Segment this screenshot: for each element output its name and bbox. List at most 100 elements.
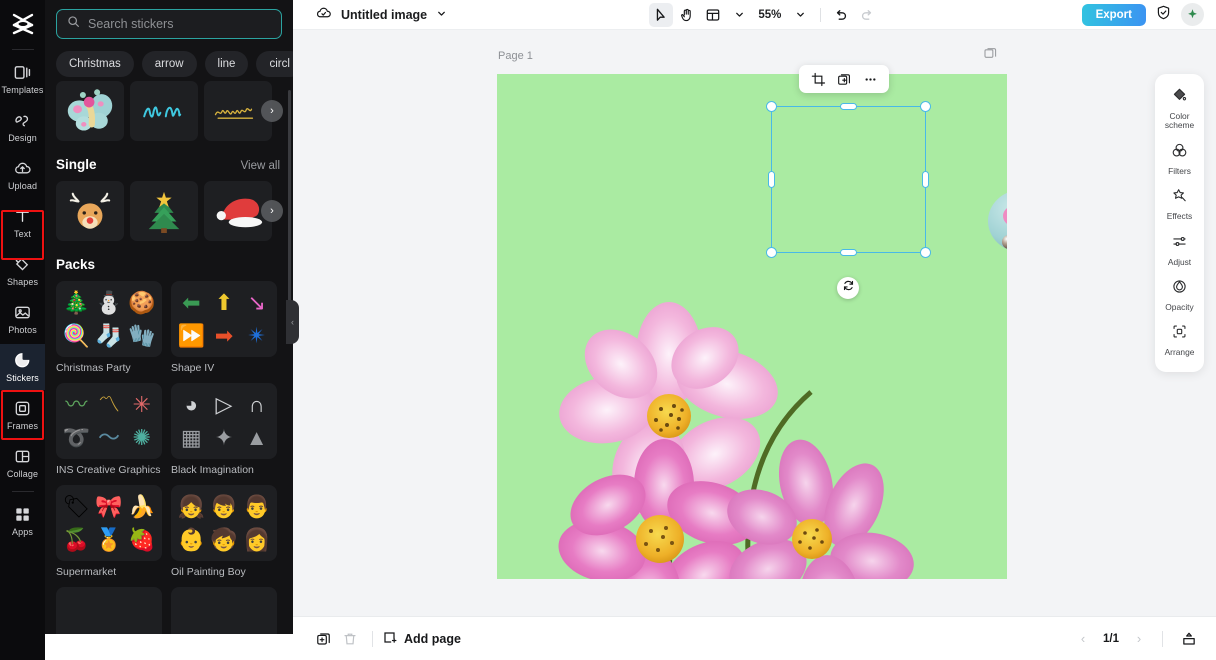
panel-scrollbar[interactable] xyxy=(288,90,291,320)
sticker-thumb-blue-scribble[interactable] xyxy=(130,81,198,141)
pack-item[interactable]: ◕ ▷ ∩ ▦ ✦ ▲ Black Imagination xyxy=(171,383,277,476)
pack-item[interactable]: 〰 〽 ✳ ➰ 〜 ✺ INS Creative Graphics xyxy=(56,383,162,476)
duplicate-page-icon[interactable] xyxy=(983,46,998,66)
resize-handle-e[interactable] xyxy=(922,171,929,188)
resize-handle-s[interactable] xyxy=(840,249,857,256)
panel-collapse-handle[interactable]: ‹ xyxy=(286,300,299,344)
panel-item-arrange[interactable]: Arrange xyxy=(1155,317,1204,362)
chevron-down-icon[interactable] xyxy=(436,6,447,24)
sticker-thumb-reindeer[interactable] xyxy=(56,181,124,241)
user-avatar-icon[interactable] xyxy=(1180,3,1204,26)
tag-chip[interactable]: Christmas xyxy=(56,51,134,77)
sticker-thumb-butterfly[interactable] xyxy=(56,81,124,141)
resize-handle-se[interactable] xyxy=(920,247,931,258)
sidebar-item-design[interactable]: Design xyxy=(0,104,45,150)
pack-item[interactable]: 🎄 ⛄ 🍪 🍭 🧦 🧤 Christmas Party xyxy=(56,281,162,374)
pack-thumb-black-imagination[interactable]: ◕ ▷ ∩ ▦ ✦ ▲ xyxy=(171,383,277,459)
canvas-area[interactable]: Page 1 Color scheme Filters Effects Adju… xyxy=(293,30,1216,616)
undo-button[interactable] xyxy=(829,3,853,27)
pack-thumb-ins-creative-graphics[interactable]: 〰 〽 ✳ ➰ 〜 ✺ xyxy=(56,383,162,459)
view-all-link[interactable]: View all xyxy=(241,160,280,172)
selection-box[interactable] xyxy=(766,101,931,258)
resize-handle-w[interactable] xyxy=(768,171,775,188)
single-sticker-row[interactable]: › xyxy=(45,181,293,241)
panel-bottom-fade xyxy=(45,634,293,660)
pack-thumb-oil-painting-boy[interactable]: 👧 👦 👨 👶 🧒 👩 xyxy=(171,485,277,561)
present-button[interactable] xyxy=(1176,626,1202,652)
recent-sticker-row[interactable]: › xyxy=(45,81,293,141)
sidebar-item-upload[interactable]: Upload xyxy=(0,152,45,198)
chevron-right-icon[interactable]: › xyxy=(261,200,283,222)
panel-item-color-scheme[interactable]: Color scheme xyxy=(1155,81,1204,136)
resize-handle-sw[interactable] xyxy=(766,247,777,258)
sidebar-item-frames[interactable]: Frames xyxy=(0,392,45,438)
sidebar-item-photos[interactable]: Photos xyxy=(0,296,45,342)
tag-chip[interactable]: line xyxy=(204,51,249,77)
more-horizontal-icon[interactable] xyxy=(858,68,882,90)
sidebar-item-stickers[interactable]: Stickers xyxy=(0,344,45,390)
add-page-icon xyxy=(382,630,397,648)
page-nav: ‹ 1/1 › xyxy=(1073,626,1202,652)
capcut-logo-icon[interactable] xyxy=(0,6,45,42)
tag-chip[interactable]: circl xyxy=(256,51,293,77)
pack-item[interactable]: ⬅ ⬆ ↘ ⏩ ➡ ✴ Shape IV xyxy=(171,281,277,374)
rotate-handle[interactable] xyxy=(837,277,859,299)
panel-item-adjust[interactable]: Adjust xyxy=(1155,227,1204,272)
duplicate-page-button[interactable] xyxy=(311,626,337,652)
sticker-thumb-christmas-tree[interactable] xyxy=(130,181,198,241)
sidebar-item-label: Apps xyxy=(12,527,33,537)
pack-glyph: 🍭 xyxy=(62,322,91,348)
canvas-page[interactable] xyxy=(497,74,1007,579)
arrange-icon xyxy=(1171,323,1188,345)
sidebar-item-templates[interactable]: Templates xyxy=(0,56,45,102)
select-tool-button[interactable] xyxy=(649,2,674,27)
canvas-butterfly-sticker[interactable] xyxy=(979,154,1007,294)
pack-glyph: 👦 xyxy=(210,493,238,519)
zoom-level[interactable]: 55% xyxy=(753,9,786,21)
object-float-toolbar[interactable] xyxy=(799,65,889,93)
layout-caret-button[interactable] xyxy=(727,3,751,27)
pack-thumb-shape-iv[interactable]: ⬅ ⬆ ↘ ⏩ ➡ ✴ xyxy=(171,281,277,357)
add-page-button[interactable]: Add page xyxy=(382,630,461,648)
redo-button[interactable] xyxy=(855,3,879,27)
next-page-button[interactable]: › xyxy=(1129,631,1149,646)
sidebar-item-text[interactable]: Text xyxy=(0,200,45,246)
tag-chip-list[interactable]: Christmas arrow line circl xyxy=(45,39,293,81)
pack-thumb-supermarket[interactable]: 🏷 🎀 🍌 🍒 🏅 🍓 xyxy=(56,485,162,561)
search-input[interactable] xyxy=(88,17,271,31)
chevron-right-icon[interactable]: › xyxy=(261,100,283,122)
tag-chip[interactable]: arrow xyxy=(141,51,197,77)
pack-item[interactable]: 🏷 🎀 🍌 🍒 🏅 🍓 Supermarket xyxy=(56,485,162,578)
zoom-caret-button[interactable] xyxy=(788,3,812,27)
hand-tool-button[interactable] xyxy=(675,3,699,27)
layout-tool-button[interactable] xyxy=(701,3,725,27)
panel-item-effects[interactable]: Effects xyxy=(1155,181,1204,226)
sidebar-item-shapes[interactable]: Shapes xyxy=(0,248,45,294)
panel-item-opacity[interactable]: Opacity xyxy=(1155,272,1204,317)
stickers-panel: Christmas arrow line circl xyxy=(45,0,293,660)
pack-item[interactable]: 👧 👦 👨 👶 🧒 👩 Oil Painting Boy xyxy=(171,485,277,578)
rail-divider-top xyxy=(11,49,34,50)
export-button[interactable]: Export xyxy=(1081,3,1146,26)
crop-button[interactable] xyxy=(806,68,830,90)
shield-check-icon[interactable] xyxy=(1155,4,1172,26)
pack-glyph: 〜 xyxy=(97,424,120,450)
resize-handle-n[interactable] xyxy=(840,103,857,110)
duplicate-button[interactable] xyxy=(832,68,856,90)
canvas-tools: 55% xyxy=(649,2,879,27)
sidebar-item-collage[interactable]: Collage xyxy=(0,440,45,486)
section-title: Single xyxy=(56,157,97,172)
panel-item-label: Effects xyxy=(1166,211,1193,222)
resize-handle-nw[interactable] xyxy=(766,101,777,112)
prev-page-button[interactable]: ‹ xyxy=(1073,631,1093,646)
document-title-group[interactable]: Untitled image xyxy=(315,4,447,26)
pack-glyph: ✦ xyxy=(214,424,234,450)
pack-thumb-christmas-party[interactable]: 🎄 ⛄ 🍪 🍭 🧦 🧤 xyxy=(56,281,162,357)
delete-page-button[interactable] xyxy=(337,626,363,652)
resize-handle-ne[interactable] xyxy=(920,101,931,112)
pack-glyph: ▷ xyxy=(215,391,233,417)
panel-item-filters[interactable]: Filters xyxy=(1155,136,1204,181)
sidebar-item-apps[interactable]: Apps xyxy=(0,498,45,544)
search-box[interactable] xyxy=(56,9,282,39)
sidebar-item-label: Design xyxy=(8,133,37,143)
